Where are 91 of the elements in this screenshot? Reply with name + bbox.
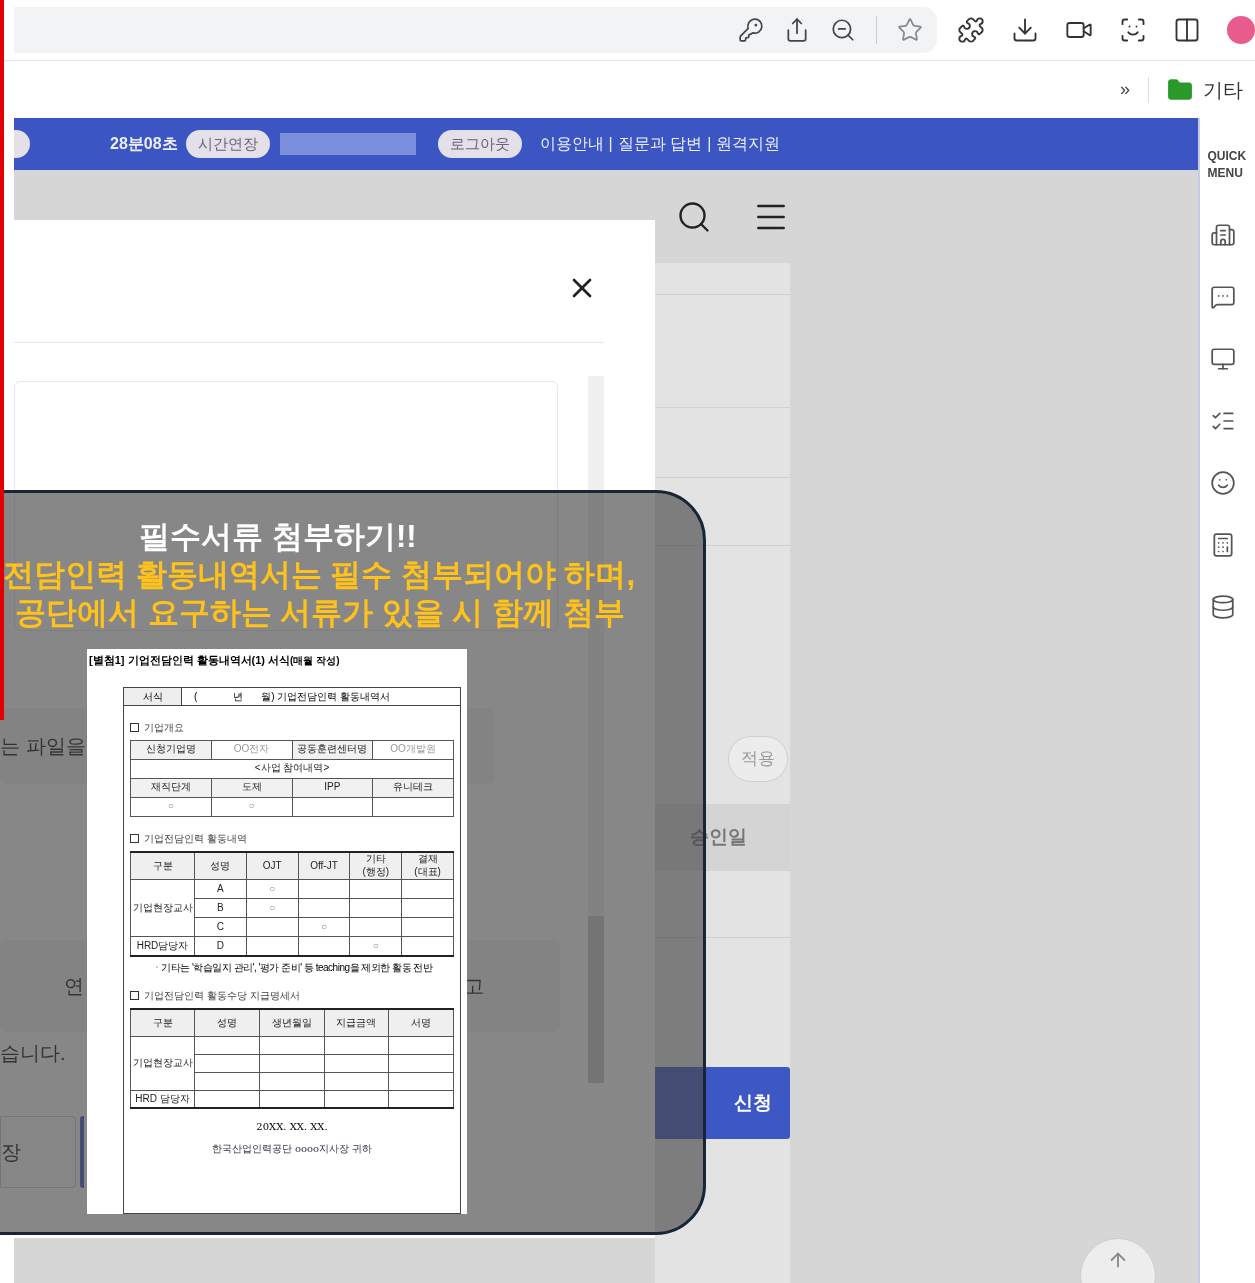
- table-cell: 결재 (대표): [401, 851, 454, 880]
- row-text: 고: [464, 974, 484, 999]
- table-cell: 기타 (행정): [349, 851, 402, 880]
- notice-text: 습니다.: [0, 1041, 66, 1066]
- table-cell: A: [194, 879, 247, 899]
- form-title-text: (: [194, 689, 198, 704]
- key-icon[interactable]: [738, 17, 764, 43]
- table-cell: C: [194, 917, 247, 937]
- table-cell: ○: [246, 879, 299, 899]
- cancel-button[interactable]: 장: [0, 1116, 76, 1188]
- callout-text: 공단에서 요구하는 서류가 있을 시 함께 첨부: [14, 594, 626, 632]
- table-cell: OO전자: [211, 740, 292, 759]
- table-cell: [194, 1054, 260, 1072]
- callout-title: 필수서류 첨부하기!!: [138, 518, 418, 556]
- checkbox-square-icon: [130, 722, 139, 732]
- form-title-text: 월) 기업전담인력 활동내역서: [261, 689, 391, 704]
- table-cell: 구분: [130, 1009, 195, 1036]
- table-cell: <사업 참여내역>: [130, 759, 454, 778]
- table-cell: [194, 1072, 260, 1090]
- table-cell: [388, 1036, 454, 1054]
- download-icon[interactable]: [1011, 16, 1039, 44]
- link-separator: |: [608, 134, 613, 154]
- bookmarks-overflow[interactable]: »: [1120, 76, 1130, 103]
- profile-avatar[interactable]: [1227, 16, 1255, 44]
- checkbox-square-icon: [130, 991, 139, 1000]
- hint-text: 는 파일을: [0, 734, 86, 759]
- checkbox-square-icon: [130, 833, 139, 843]
- table-cell: B: [194, 898, 247, 918]
- monitor-icon[interactable]: [1209, 346, 1236, 372]
- addressee-text: 한국산업인력공단 oooo지사장 귀하: [210, 1142, 374, 1156]
- form-label: 서식: [124, 687, 182, 705]
- table-cell: [324, 1054, 389, 1072]
- extend-time-button[interactable]: 시간연장: [185, 130, 270, 158]
- header-link[interactable]: 원격지원: [716, 132, 781, 156]
- quick-menu-title: QUICK MENU: [1206, 148, 1248, 182]
- table-cell: 지급금액: [324, 1009, 389, 1036]
- document-heading: [별첨1] 기업전담인력 활동내역서(1) 서식: [89, 653, 291, 668]
- callout-text: 전담인력 활동내역서는 필수 첨부되어야 하며,: [3, 556, 637, 594]
- note-text: ㆍ기타는 '학습일지 관리', '평가 준비' 등 teaching을 제외한 활동 전반: [150, 961, 434, 974]
- table-cell: ○: [246, 898, 299, 918]
- header-pill[interactable]: [14, 130, 30, 158]
- table-cell: 기업현장교사: [130, 1036, 195, 1090]
- table-cell: HRD 담당자: [130, 1090, 195, 1108]
- table-cell: ○: [130, 797, 212, 816]
- table-cell: [259, 1072, 324, 1090]
- bookmark-folder[interactable]: 기타: [1167, 74, 1255, 105]
- folder-icon: [1167, 76, 1193, 103]
- table-cell: [388, 1072, 454, 1090]
- table-cell: 신청기업명: [130, 740, 212, 759]
- database-icon[interactable]: [1209, 594, 1236, 620]
- screenshot-icon[interactable]: [1119, 16, 1147, 44]
- row-text: 연: [64, 974, 84, 999]
- zoom-out-icon[interactable]: [830, 17, 856, 43]
- table-cell: OO개발원: [372, 740, 454, 759]
- split-view-icon[interactable]: [1173, 16, 1201, 44]
- table-cell: HRD담당자: [130, 936, 195, 956]
- date-text: 20XX. XX. XX.: [255, 1120, 329, 1134]
- section-title: 기업전담인력 활동수당 지급명세서: [144, 989, 301, 1003]
- table-cell: 성명: [194, 851, 247, 880]
- puzzle-icon[interactable]: [957, 16, 985, 44]
- table-cell: 생년월일: [259, 1009, 324, 1036]
- table-cell: [324, 1072, 389, 1090]
- table-cell: ○: [211, 797, 292, 816]
- form-title-text: 년: [233, 689, 244, 704]
- header-link[interactable]: 이용안내: [539, 132, 604, 156]
- submit-button[interactable]: 신청: [655, 1067, 790, 1139]
- table-cell: ○: [298, 917, 350, 937]
- table-cell: 공동훈련센터명: [292, 740, 373, 759]
- table-cell: [259, 1036, 324, 1054]
- logout-button[interactable]: 로그아웃: [437, 130, 522, 158]
- section-title: 기업개요: [144, 720, 184, 735]
- table-cell: Off-JT: [298, 851, 350, 880]
- session-timer: 28분08초: [110, 134, 178, 154]
- table-cell: 서명: [388, 1009, 454, 1036]
- section-title: 기업전담인력 활동내역: [144, 831, 248, 846]
- table-cell: [259, 1054, 324, 1072]
- table-cell: OJT: [246, 851, 299, 880]
- table-cell: [194, 1036, 260, 1054]
- table-cell: [388, 1054, 454, 1072]
- table-cell: 기업현장교사: [130, 879, 195, 937]
- star-icon[interactable]: [897, 17, 923, 43]
- table-cell: 성명: [194, 1009, 260, 1036]
- header-link[interactable]: 질문과 답변: [617, 132, 703, 156]
- smile-icon[interactable]: [1209, 470, 1236, 496]
- link-separator: |: [707, 134, 712, 154]
- share-icon[interactable]: [784, 17, 810, 43]
- table-cell: [324, 1036, 389, 1054]
- table-cell: 구분: [130, 851, 195, 880]
- chat-icon[interactable]: [1209, 284, 1236, 310]
- document-heading-note: (매월 작성): [290, 654, 340, 668]
- building-icon[interactable]: [1209, 222, 1236, 248]
